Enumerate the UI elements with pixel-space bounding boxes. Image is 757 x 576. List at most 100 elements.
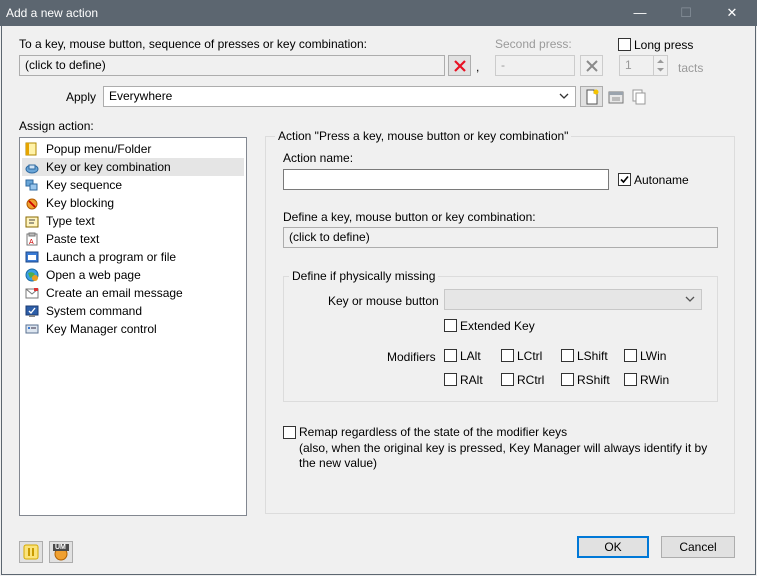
copy-document-icon: [632, 89, 645, 104]
key-sequence-icon: [24, 177, 40, 193]
modifier-lshift-checkbox[interactable]: [561, 349, 574, 362]
ok-button[interactable]: OK: [577, 536, 649, 558]
paste-text-icon: A: [24, 231, 40, 247]
web-page-icon: [24, 267, 40, 283]
modifier-lalt-checkbox[interactable]: [444, 349, 457, 362]
modifier-rwin-label: RWin: [640, 373, 670, 387]
list-item-key-combination[interactable]: Key or key combination: [22, 158, 244, 176]
action-group-title: Action "Press a key, mouse button or key…: [275, 129, 572, 143]
minimize-button[interactable]: —: [617, 0, 663, 26]
um-button[interactable]: UM: [49, 541, 73, 563]
remap-checkbox[interactable]: [283, 426, 296, 439]
clear-second-press-button: [580, 55, 603, 76]
list-item-label: Create an email message: [46, 286, 183, 300]
action-name-input[interactable]: [283, 169, 609, 190]
new-document-icon: [586, 89, 598, 104]
comma-separator: ,: [476, 60, 480, 74]
launch-program-icon: [24, 249, 40, 265]
tacts-field: 1: [619, 55, 655, 76]
list-item-label: Key sequence: [46, 178, 123, 192]
missing-group-title: Define if physically missing: [289, 269, 439, 283]
modifier-lwin-checkbox[interactable]: [624, 349, 637, 362]
key-or-mouse-select: [444, 289, 702, 310]
close-button[interactable]: ✕: [709, 0, 755, 26]
modifier-ralt-label: RAlt: [460, 373, 483, 387]
action-name-label: Action name:: [283, 151, 354, 165]
clear-x-icon: [453, 59, 466, 72]
list-item-launch-program[interactable]: Launch a program or file: [22, 248, 244, 266]
modifier-lctrl-checkbox[interactable]: [501, 349, 514, 362]
checkmark-icon: [620, 175, 629, 184]
spinner-arrows-icon: [657, 59, 664, 72]
list-item-label: Launch a program or file: [46, 250, 177, 264]
chevron-down-icon: [685, 296, 695, 302]
key-manager-icon: [24, 321, 40, 337]
modifier-rshift-checkbox[interactable]: [561, 373, 574, 386]
autoname-label: Autoname: [634, 173, 689, 187]
new-application-button[interactable]: [580, 86, 603, 107]
list-item-label: Popup menu/Folder: [46, 142, 152, 156]
edit-application-button[interactable]: [604, 86, 627, 107]
key-icon: [24, 159, 40, 175]
cancel-button[interactable]: Cancel: [661, 536, 735, 558]
list-item-key-blocking[interactable]: Key blocking: [22, 194, 244, 212]
modifier-ralt-checkbox[interactable]: [444, 373, 457, 386]
um-badge-text: UM: [55, 544, 66, 551]
modifier-rctrl-checkbox[interactable]: [501, 373, 514, 386]
clear-trigger-button[interactable]: [448, 55, 471, 76]
modifier-lctrl-label: LCtrl: [517, 349, 543, 363]
long-press-checkbox[interactable]: [618, 38, 631, 51]
trigger-label: To a key, mouse button, sequence of pres…: [19, 37, 367, 51]
second-press-label: Second press:: [495, 37, 572, 51]
list-item-popup-menu[interactable]: Popup menu/Folder: [22, 140, 244, 158]
modifier-rctrl-label: RCtrl: [517, 373, 545, 387]
chevron-down-icon: [559, 93, 569, 99]
modifier-lshift-label: LShift: [577, 349, 608, 363]
pause-icon: [23, 544, 39, 560]
key-blocking-icon: [24, 195, 40, 211]
window-title: Add a new action: [6, 6, 99, 20]
list-item-label: Paste text: [46, 232, 100, 246]
list-item-system-command[interactable]: System command: [22, 302, 244, 320]
modifier-lalt-label: LAlt: [460, 349, 481, 363]
define-key-field[interactable]: (click to define): [283, 227, 718, 248]
list-item-paste-text[interactable]: A Paste text: [22, 230, 244, 248]
apply-selected: Everywhere: [109, 89, 173, 103]
type-text-icon: [24, 213, 40, 229]
define-key-label: Define a key, mouse button or key combin…: [283, 210, 536, 224]
email-icon: [24, 285, 40, 301]
list-item-label: System command: [46, 304, 143, 318]
modifier-rshift-label: RShift: [577, 373, 610, 387]
modifiers-label: Modifiers: [387, 350, 436, 364]
apply-label: Apply: [66, 90, 97, 104]
list-item-open-web-page[interactable]: Open a web page: [22, 266, 244, 284]
action-type-list[interactable]: Popup menu/Folder Key or key combination…: [19, 137, 247, 516]
folder-icon: [24, 141, 40, 157]
maximize-button: ☐: [680, 5, 692, 20]
extended-key-checkbox[interactable]: [444, 319, 457, 332]
key-or-mouse-label: Key or mouse button: [328, 294, 439, 308]
list-item-label: Key blocking: [46, 196, 115, 210]
list-item-email-message[interactable]: Create an email message: [22, 284, 244, 302]
copy-application-button[interactable]: [627, 86, 650, 107]
extended-key-label: Extended Key: [460, 319, 535, 333]
remap-note-line-1: (also, when the original key is pressed,…: [299, 441, 708, 455]
window-properties-icon: [608, 91, 623, 103]
list-item-label: Type text: [46, 214, 95, 228]
long-press-label: Long press: [634, 38, 694, 52]
system-command-icon: [24, 303, 40, 319]
list-item-label: Open a web page: [46, 268, 141, 282]
title-bar[interactable]: Add a new action — ☐ ✕: [0, 0, 757, 26]
remap-note-line-2: the new value): [299, 456, 378, 470]
list-item-key-sequence[interactable]: Key sequence: [22, 176, 244, 194]
assign-action-label: Assign action:: [19, 119, 94, 133]
list-item-key-manager-control[interactable]: Key Manager control: [22, 320, 244, 338]
autoname-checkbox[interactable]: [618, 173, 631, 186]
trigger-field[interactable]: (click to define): [19, 55, 445, 76]
clear-x-icon: [585, 59, 598, 72]
pause-button[interactable]: [19, 541, 43, 563]
list-item-type-text[interactable]: Type text: [22, 212, 244, 230]
tacts-label: tacts: [678, 61, 704, 75]
apply-select[interactable]: Everywhere: [103, 86, 576, 107]
modifier-rwin-checkbox[interactable]: [624, 373, 637, 386]
